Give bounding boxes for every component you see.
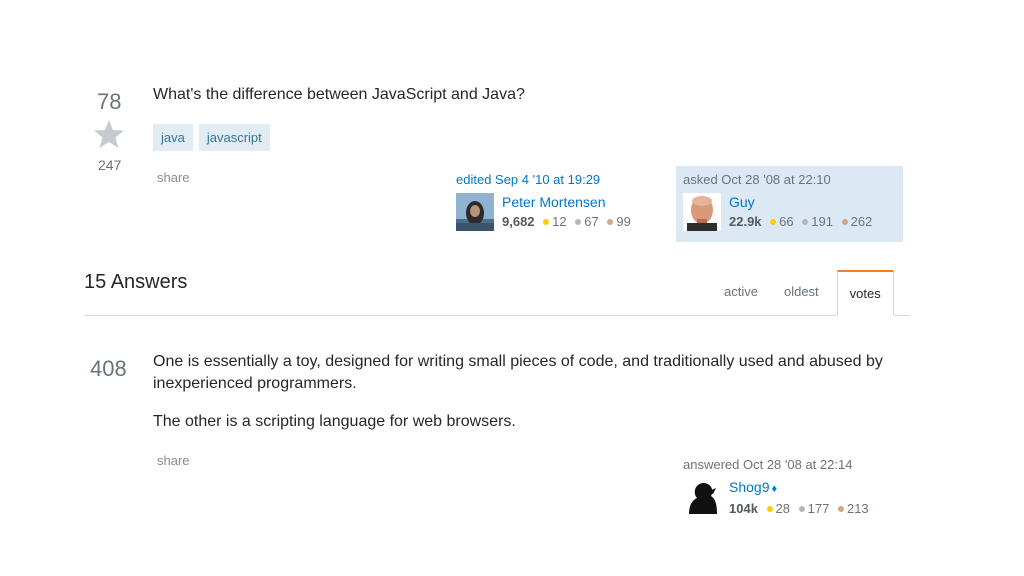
bronze-badge-count: 99 (616, 214, 631, 229)
answered-user-card: answered Oct 28 '08 at 22:14 Shog9 ♦ 104k… (676, 451, 903, 524)
tab-active[interactable]: active (714, 270, 768, 316)
answer-paragraph: One is essentially a toy, designed for w… (153, 353, 883, 392)
bronze-badge-icon (837, 506, 844, 513)
avatar[interactable] (456, 193, 494, 231)
gold-badge-count: 66 (779, 214, 794, 229)
question-share-link[interactable]: share (157, 170, 190, 185)
asked-timestamp: asked Oct 28 '08 at 22:10 (683, 172, 831, 187)
bronze-badge-icon (841, 219, 848, 226)
gold-badge-count: 28 (775, 501, 791, 516)
silver-badge-count: 67 (584, 214, 599, 229)
tag-javascript[interactable]: javascript (198, 124, 270, 151)
gold-badge-icon (543, 219, 550, 226)
answer-share-link[interactable]: share (157, 453, 190, 468)
gold-badge-icon (770, 219, 777, 226)
question-title[interactable]: What's the difference between JavaScript… (153, 86, 525, 104)
answer-score: 408 (90, 356, 127, 381)
edited-user-card: edited Sep 4 '10 at 19:29 Peter Mortense… (454, 166, 654, 242)
answered-timestamp: answered Oct 28 '08 at 22:14 (683, 457, 853, 472)
gold-badge-icon (766, 506, 773, 513)
answer-body: One is essentially a toy, designed for w… (153, 351, 903, 449)
asker-reputation-line: 22.9k 66 191 262 (729, 214, 872, 229)
bronze-badge-count: 213 (846, 501, 869, 516)
editor-user-name[interactable]: Peter Mortensen (502, 193, 631, 212)
reputation-score: 22.9k (729, 214, 762, 229)
answer-sort-tabs: active oldest votes (708, 270, 894, 316)
moderator-diamond-icon: ♦ (771, 483, 778, 495)
asked-user-card: asked Oct 28 '08 at 22:10 Guy 22.9k 66 1… (676, 166, 903, 242)
gold-badge-count: 12 (552, 214, 567, 229)
tab-oldest[interactable]: oldest (774, 270, 829, 316)
avatar[interactable] (683, 478, 721, 516)
question-score: 78 (97, 89, 122, 114)
answerer-name-text[interactable]: Shog9 (729, 479, 769, 495)
answerer-reputation-line: 104k 28 177 213 (729, 501, 869, 516)
silver-badge-icon (575, 219, 582, 226)
favorite-star-icon[interactable] (93, 118, 125, 150)
asker-user-name[interactable]: Guy (729, 193, 872, 212)
tag-java[interactable]: java (153, 124, 193, 151)
avatar[interactable] (683, 193, 721, 231)
bronze-badge-count: 262 (850, 214, 873, 229)
reputation-score: 104k (729, 501, 758, 516)
silver-badge-icon (798, 506, 805, 513)
bronze-badge-icon (607, 219, 614, 226)
tag-list: java javascript (153, 124, 270, 151)
answer-paragraph: The other is a scripting language for we… (153, 413, 516, 430)
editor-reputation-line: 9,682 12 67 99 (502, 214, 631, 229)
answers-count-heading: 15 Answers (84, 271, 188, 293)
favorite-count: 247 (98, 157, 122, 173)
silver-badge-count: 191 (811, 214, 833, 229)
edited-timestamp[interactable]: edited Sep 4 '10 at 19:29 (456, 172, 652, 187)
silver-badge-count: 177 (807, 501, 830, 516)
tab-votes[interactable]: votes (836, 270, 894, 316)
silver-badge-icon (802, 219, 809, 226)
answerer-user-name[interactable]: Shog9 ♦ (729, 478, 869, 499)
answers-divider (84, 315, 910, 316)
reputation-score: 9,682 (502, 214, 535, 229)
